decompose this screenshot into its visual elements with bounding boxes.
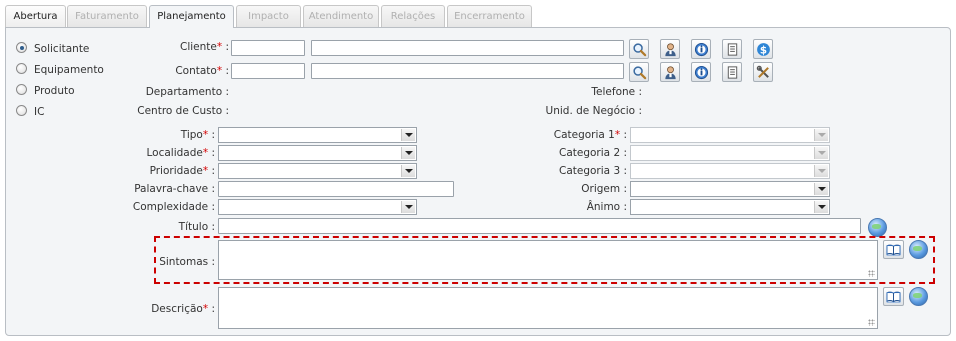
cliente-name-input[interactable] bbox=[311, 40, 624, 56]
resize-grip-icon[interactable] bbox=[868, 319, 875, 326]
chevron-down-icon bbox=[814, 147, 828, 159]
categoria2-select[interactable] bbox=[630, 145, 830, 161]
complexidade-select[interactable] bbox=[218, 199, 417, 215]
document-icon bbox=[727, 65, 737, 79]
animo-label: Ânimo : bbox=[586, 201, 627, 213]
contato-name-input[interactable] bbox=[311, 63, 624, 79]
descricao-label: Descrição* : bbox=[151, 303, 215, 315]
animo-select[interactable] bbox=[630, 199, 830, 215]
chevron-down-icon bbox=[401, 201, 415, 213]
categoria1-label: Categoria 1* : bbox=[553, 129, 627, 141]
chevron-down-icon bbox=[401, 147, 415, 159]
titulo-label: Título : bbox=[178, 221, 215, 233]
chevron-down-icon bbox=[401, 165, 415, 177]
chevron-down-icon bbox=[814, 201, 828, 213]
cliente-billing-button[interactable]: $ bbox=[753, 39, 773, 59]
origem-label: Origem : bbox=[581, 183, 627, 195]
chevron-down-icon bbox=[401, 129, 415, 141]
contato-document-button[interactable] bbox=[722, 62, 742, 82]
sintomas-book-button[interactable] bbox=[883, 240, 904, 259]
radio-label-solicitante: Solicitante bbox=[34, 43, 90, 55]
radio-label-ic: IC bbox=[34, 106, 45, 118]
localidade-label: Localidade* : bbox=[146, 147, 216, 159]
tools-icon bbox=[756, 65, 769, 78]
descricao-book-button[interactable] bbox=[883, 287, 904, 306]
prioridade-label: Prioridade* : bbox=[149, 165, 215, 177]
descricao-globe-icon[interactable] bbox=[909, 287, 928, 306]
chevron-down-icon bbox=[814, 165, 828, 177]
cliente-document-button[interactable] bbox=[722, 39, 742, 59]
cliente-search-button[interactable] bbox=[629, 39, 649, 59]
cliente-label: Cliente* : bbox=[180, 41, 229, 53]
sintomas-globe-icon[interactable] bbox=[909, 240, 928, 259]
contato-code-input[interactable] bbox=[231, 63, 305, 79]
svg-text:$: $ bbox=[759, 44, 766, 56]
chevron-down-icon bbox=[814, 183, 828, 195]
chevron-down-icon bbox=[814, 129, 828, 141]
contato-tools-button[interactable] bbox=[753, 62, 773, 82]
tab-atendimento: Atendimento bbox=[303, 5, 379, 27]
magnifier-icon bbox=[632, 42, 646, 56]
tipo-label: Tipo* : bbox=[180, 129, 215, 141]
cliente-info-button[interactable] bbox=[691, 39, 711, 59]
centro-custo-label: Centro de Custo : bbox=[137, 105, 229, 117]
cliente-code-input[interactable] bbox=[231, 40, 305, 56]
radio-solicitante[interactable] bbox=[16, 42, 27, 53]
departamento-label: Departamento : bbox=[145, 86, 229, 98]
dollar-icon: $ bbox=[756, 42, 770, 56]
tab-relacoes: Relações bbox=[381, 5, 445, 27]
radio-equipamento[interactable] bbox=[16, 63, 27, 74]
origem-select[interactable] bbox=[630, 181, 830, 197]
radio-label-equipamento: Equipamento bbox=[34, 64, 104, 76]
tipo-select[interactable] bbox=[218, 127, 417, 143]
categoria3-label: Categoria 3 : bbox=[559, 165, 627, 177]
categoria1-select[interactable] bbox=[630, 127, 830, 143]
localidade-select[interactable] bbox=[218, 145, 417, 161]
tab-abertura[interactable]: Abertura bbox=[5, 5, 66, 27]
contato-label: Contato* : bbox=[175, 65, 229, 77]
info-icon bbox=[694, 42, 708, 56]
unid-negocio-label: Unid. de Negócio : bbox=[545, 105, 642, 117]
info-icon bbox=[694, 65, 708, 79]
tab-planejamento[interactable]: Planejamento bbox=[149, 5, 234, 28]
radio-ic[interactable] bbox=[16, 105, 27, 116]
prioridade-select[interactable] bbox=[218, 163, 417, 179]
contato-info-button[interactable] bbox=[691, 62, 711, 82]
book-icon bbox=[886, 244, 901, 256]
cliente-user-button[interactable] bbox=[660, 39, 680, 59]
user-icon bbox=[664, 65, 676, 79]
book-icon bbox=[886, 291, 901, 303]
telefone-label: Telefone : bbox=[591, 86, 642, 98]
complexidade-label: Complexidade : bbox=[132, 201, 215, 213]
radio-label-produto: Produto bbox=[34, 85, 75, 97]
radio-produto[interactable] bbox=[16, 84, 27, 95]
sintomas-textarea[interactable] bbox=[218, 240, 878, 280]
palavra-chave-label: Palavra-chave : bbox=[134, 183, 215, 195]
document-icon bbox=[727, 42, 737, 56]
contato-search-button[interactable] bbox=[629, 62, 649, 82]
magnifier-icon bbox=[632, 65, 646, 79]
contato-user-button[interactable] bbox=[660, 62, 680, 82]
user-icon bbox=[664, 42, 676, 56]
titulo-globe-icon[interactable] bbox=[868, 218, 887, 237]
tab-faturamento: Faturamento bbox=[67, 5, 147, 27]
descricao-textarea[interactable] bbox=[218, 287, 878, 329]
resize-grip-icon[interactable] bbox=[868, 270, 875, 277]
tab-encerramento: Encerramento bbox=[447, 5, 532, 27]
palavra-chave-input[interactable] bbox=[218, 181, 454, 197]
categoria3-select[interactable] bbox=[630, 163, 830, 179]
sintomas-label: Sintomas : bbox=[159, 256, 215, 268]
categoria2-label: Categoria 2 : bbox=[559, 147, 627, 159]
tab-impacto: Impacto bbox=[236, 5, 301, 27]
titulo-input[interactable] bbox=[218, 218, 861, 234]
